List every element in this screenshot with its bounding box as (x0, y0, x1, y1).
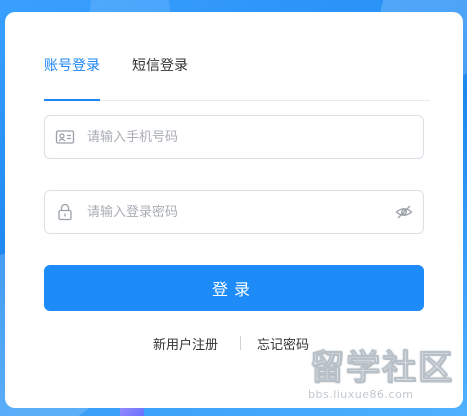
phone-field (44, 115, 424, 159)
watermark-url: bbs.liuxue86.com (308, 388, 414, 401)
phone-input[interactable] (87, 116, 387, 158)
id-card-icon (55, 130, 75, 144)
watermark-brand: 留学社区 (310, 348, 454, 389)
password-field (44, 190, 424, 234)
lock-icon (58, 203, 72, 221)
tab-account-login[interactable]: 账号登录 (44, 56, 100, 101)
link-divider (240, 336, 241, 350)
tab-sms-login[interactable]: 短信登录 (132, 56, 188, 101)
eye-hidden-icon[interactable] (395, 203, 413, 221)
watermark-logo: 留学社区 bbs.liuxue86.com (300, 338, 460, 408)
login-button[interactable]: 登录 (44, 265, 424, 311)
login-tabs: 账号登录 短信登录 (44, 56, 430, 101)
register-link[interactable]: 新用户注册 (153, 334, 218, 353)
password-input[interactable] (87, 191, 387, 233)
